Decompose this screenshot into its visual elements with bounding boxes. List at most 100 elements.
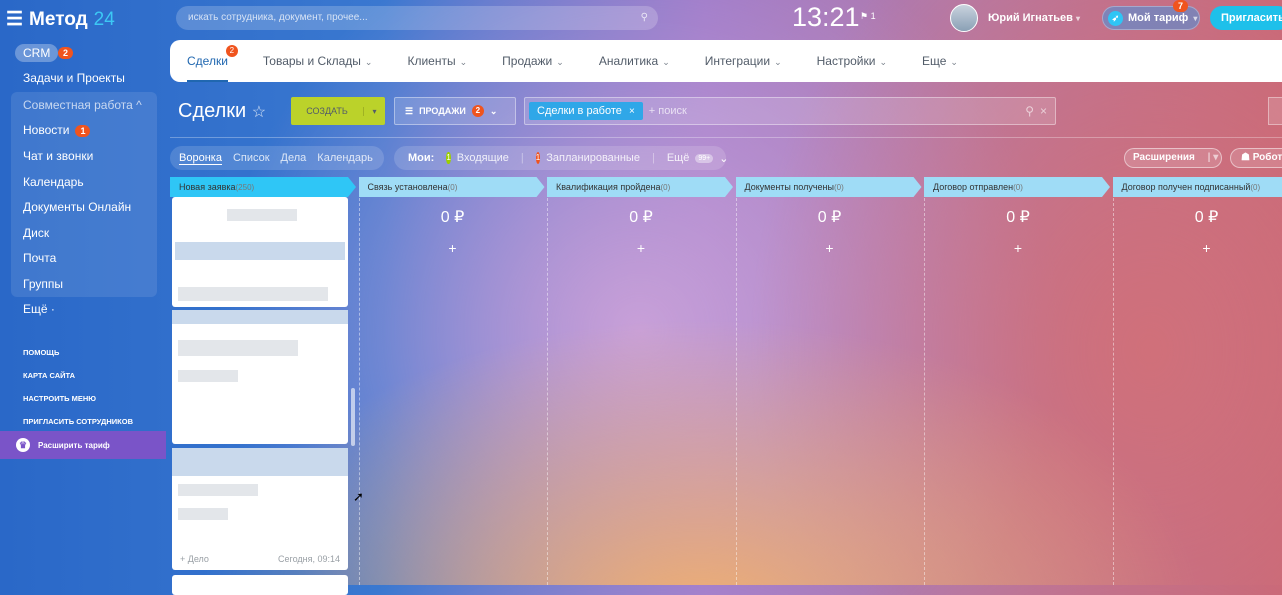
view-tab-funnel[interactable]: Воронка xyxy=(179,152,222,165)
cursor-icon: ➚ xyxy=(353,489,364,505)
stage-header[interactable]: Связь установлена(0) xyxy=(359,177,545,197)
help-link[interactable]: Помощь xyxy=(23,348,59,357)
deals-badge: 2 xyxy=(226,45,238,57)
tab-products[interactable]: Товары и Склады⌄ xyxy=(263,40,373,82)
tab-settings[interactable]: Настройки⌄ xyxy=(817,40,887,82)
stage-count: (250) xyxy=(236,183,255,192)
card-date: Сегодня, 09:14 xyxy=(278,554,340,564)
sidebar-item-groups[interactable]: Группы xyxy=(23,277,63,291)
stage-name: Связь установлена xyxy=(368,182,448,192)
sidebar-item-tasks[interactable]: Задачи и Проекты xyxy=(23,71,125,85)
search-icon[interactable]: ⚲ xyxy=(641,6,648,30)
chevron-down-icon: ⌄ xyxy=(879,57,887,67)
blurred-content xyxy=(227,209,297,221)
chevron-down-icon: ⌄ xyxy=(556,57,564,67)
chevron-down-icon: ▾ xyxy=(1076,14,1080,23)
stage-header[interactable]: Договор отправлен(0) xyxy=(924,177,1110,197)
add-activity-link[interactable]: + Дело xyxy=(180,554,209,564)
add-deal-button[interactable]: + xyxy=(547,240,735,256)
chevron-down-icon[interactable]: ⌄ xyxy=(719,152,728,165)
column-divider xyxy=(1113,198,1114,585)
global-search-input[interactable]: искать сотрудника, документ, прочее...⚲ xyxy=(176,6,658,30)
add-deal-button[interactable]: + xyxy=(736,240,924,256)
sidebar-item-docs[interactable]: Документы Онлайн xyxy=(23,200,131,214)
sidebar-item-chat[interactable]: Чат и звонки xyxy=(23,149,93,163)
deal-card[interactable] xyxy=(172,575,348,595)
upgrade-tariff-button[interactable]: ♛Расширить тариф xyxy=(0,431,166,459)
deal-card[interactable] xyxy=(172,197,348,307)
clock[interactable]: 13:21 xyxy=(792,2,860,33)
divider: | xyxy=(652,152,655,164)
invite-button[interactable]: Пригласить xyxy=(1210,6,1282,30)
view-tab-activities[interactable]: Дела xyxy=(281,152,307,164)
blurred-content xyxy=(175,242,345,260)
sidebar-item-crm[interactable]: CRM xyxy=(15,44,58,62)
flag-counter[interactable]: ⚑ 1 xyxy=(860,11,876,22)
filter-chip[interactable]: Сделки в работе × xyxy=(529,102,643,120)
star-icon[interactable]: ☆ xyxy=(252,104,266,121)
chevron-down-icon: ⌄ xyxy=(950,57,958,67)
incoming-counter[interactable]: Входящие xyxy=(457,152,509,164)
sidebar-item-more[interactable]: Ещё · xyxy=(23,302,55,316)
close-icon[interactable]: × xyxy=(629,106,635,117)
tab-analytics[interactable]: Аналитика⌄ xyxy=(599,40,670,82)
setup-menu-link[interactable]: Настроить меню xyxy=(23,394,96,403)
tab-clients[interactable]: Клиенты⌄ xyxy=(407,40,467,82)
flag-icon: ⚑ xyxy=(860,11,868,21)
blurred-content xyxy=(178,508,228,520)
stage-header[interactable]: Документы получены(0) xyxy=(736,177,922,197)
more-counters[interactable]: Ещё xyxy=(667,152,690,164)
scrollbar[interactable] xyxy=(351,388,355,446)
menu-icon[interactable]: ☰ xyxy=(6,8,23,31)
blurred-content xyxy=(178,370,238,382)
pipeline-selector[interactable]: ☰ПРОДАЖИ2⌄ xyxy=(394,97,516,125)
create-button[interactable]: СОЗДАТЬ▾ xyxy=(291,97,385,125)
stage-count: (0) xyxy=(660,183,670,192)
logo[interactable]: ☰Метод24 xyxy=(6,8,115,31)
sales-badge: 2 xyxy=(472,105,484,117)
sidebar-item-news[interactable]: Новости1 xyxy=(23,123,90,137)
sidebar-group-header[interactable]: Совместная работа ^ xyxy=(23,98,142,112)
sidebar-item-mail[interactable]: Почта xyxy=(23,251,56,265)
robots-button[interactable]: ☗ Роботы xyxy=(1230,148,1282,168)
chevron-down-icon: ⌄ xyxy=(490,106,498,117)
clear-icon[interactable]: × xyxy=(1040,104,1047,118)
filter-search-input[interactable]: Сделки в работе × + поиск ⚲ × xyxy=(524,97,1056,125)
robot-icon: ☗ xyxy=(1241,152,1250,163)
view-tab-calendar[interactable]: Календарь xyxy=(317,152,373,164)
blurred-content xyxy=(178,484,258,496)
divider: | xyxy=(521,152,524,164)
news-badge: 1 xyxy=(75,125,90,137)
settings-button[interactable] xyxy=(1268,97,1282,125)
add-deal-button[interactable]: + xyxy=(359,240,547,256)
add-deal-button[interactable]: + xyxy=(1113,240,1282,256)
stage-name: Квалификация пройдена xyxy=(556,182,660,192)
deal-card[interactable]: + Дело Сегодня, 09:14 xyxy=(172,448,348,570)
planned-counter[interactable]: Запланированные xyxy=(546,152,640,164)
sidebar-item-calendar[interactable]: Календарь xyxy=(23,175,84,189)
deal-card[interactable] xyxy=(172,310,348,444)
avatar[interactable] xyxy=(950,4,978,32)
stage-count: (0) xyxy=(448,183,458,192)
stage-header[interactable]: Договор получен подписанный(0) xyxy=(1113,177,1282,197)
tab-deals[interactable]: Сделки2 xyxy=(187,40,228,82)
crm-badge: 2 xyxy=(58,47,73,59)
extensions-button[interactable]: Расширения | ▾ xyxy=(1124,148,1222,168)
view-tab-list[interactable]: Список xyxy=(233,152,270,164)
invite-staff-link[interactable]: Пригласить сотрудников xyxy=(23,417,133,426)
tab-sales[interactable]: Продажи⌄ xyxy=(502,40,564,82)
tab-integrations[interactable]: Интеграции⌄ xyxy=(705,40,782,82)
stage-header[interactable]: Новая заявка(250) xyxy=(170,177,356,197)
search-icon[interactable]: ⚲ xyxy=(1025,104,1034,118)
sitemap-link[interactable]: Карта сайта xyxy=(23,371,75,380)
stage-header[interactable]: Квалификация пройдена(0) xyxy=(547,177,733,197)
user-menu[interactable]: Юрий Игнатьев ▾ xyxy=(988,12,1080,24)
tab-more[interactable]: Еще⌄ xyxy=(922,40,958,82)
chevron-down-icon[interactable]: ▾ xyxy=(363,107,385,116)
stage-sum: 0 ₽ xyxy=(736,207,924,227)
add-deal-button[interactable]: + xyxy=(924,240,1112,256)
sidebar-item-disk[interactable]: Диск xyxy=(23,226,49,240)
blurred-content xyxy=(178,340,298,356)
chevron-down-icon: ▾ xyxy=(1193,14,1197,23)
crm-menu: Сделки2 Товары и Склады⌄ Клиенты⌄ Продаж… xyxy=(170,40,1282,82)
